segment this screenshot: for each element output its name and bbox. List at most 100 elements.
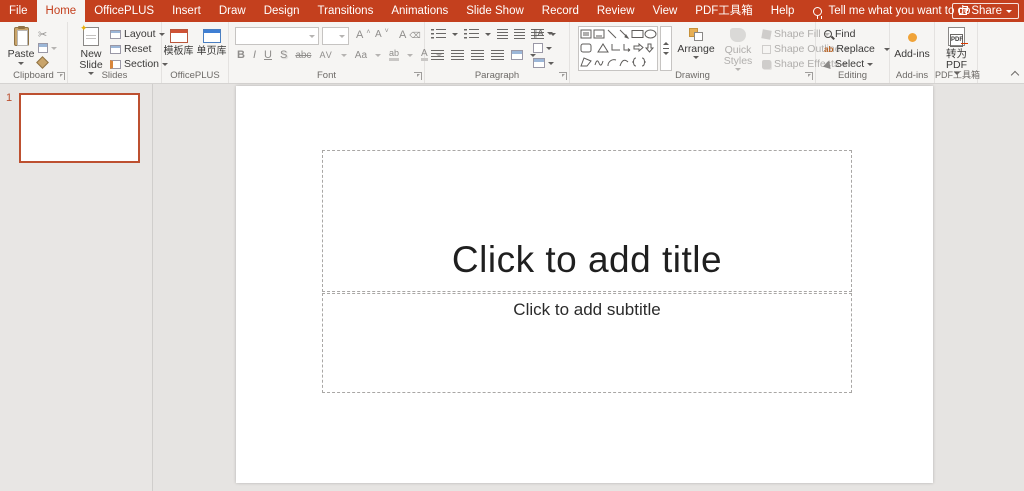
group-paragraph: ∥A Paragraph [425, 22, 570, 83]
tab-design[interactable]: Design [255, 0, 309, 22]
tab-file[interactable]: File [0, 0, 37, 22]
character-spacing-button[interactable]: AV [319, 50, 332, 60]
copy-icon [38, 43, 48, 53]
group-label-officeplus: OfficePLUS [162, 70, 228, 81]
tab-officeplus[interactable]: OfficePLUS [85, 0, 163, 22]
cut-button[interactable]: ✂ [38, 28, 47, 41]
workspace: 1 Click to add title Click to add subtit… [0, 84, 1024, 491]
chevron-down-icon [663, 52, 669, 55]
text-highlight-color-button[interactable]: ab [389, 49, 399, 61]
chevron-down-icon [341, 54, 347, 57]
columns-icon[interactable] [511, 50, 523, 60]
divider [663, 48, 669, 49]
bold-button[interactable]: B [237, 49, 245, 61]
align-center-icon[interactable] [451, 50, 464, 60]
title-placeholder[interactable]: Click to add title [322, 150, 852, 292]
paragraph-dialog-launcher-icon[interactable] [559, 72, 567, 80]
grow-font-icon: A [356, 29, 363, 41]
shapes-gallery[interactable] [578, 26, 658, 71]
font-name-combobox[interactable] [235, 27, 319, 45]
decrease-indent-icon[interactable] [497, 29, 508, 39]
font-size-combobox[interactable] [322, 27, 349, 45]
align-text-icon [533, 43, 543, 53]
group-slides: ✦ New Slide Layout Reset Section Slides [68, 22, 162, 83]
tab-help[interactable]: Help [762, 0, 804, 22]
shapes-gallery-more-button[interactable] [660, 26, 672, 71]
tab-record[interactable]: Record [533, 0, 588, 22]
align-left-icon[interactable] [431, 50, 444, 60]
justify-icon[interactable] [491, 50, 504, 60]
change-case-button[interactable]: Aa [355, 50, 367, 61]
find-button[interactable]: Find [824, 28, 855, 40]
format-painter-button[interactable] [38, 58, 47, 67]
tab-view[interactable]: View [644, 0, 687, 22]
ribbon-tab-bar: File Home OfficePLUS Insert Draw Design … [0, 0, 1024, 22]
tab-slide-show[interactable]: Slide Show [457, 0, 533, 22]
clipboard-dialog-launcher-icon[interactable] [57, 72, 65, 80]
quick-styles-icon [730, 28, 746, 42]
replace-label: Replace [836, 43, 875, 55]
tab-transitions[interactable]: Transitions [309, 0, 383, 22]
tab-animations[interactable]: Animations [382, 0, 457, 22]
numbering-icon[interactable] [464, 29, 479, 39]
replace-button[interactable]: ab Replace [824, 43, 890, 55]
page-library-icon [203, 29, 221, 43]
chevron-down-icon [693, 56, 699, 59]
align-text-button[interactable] [533, 43, 552, 53]
paste-label: Paste [8, 49, 35, 60]
slide-canvas[interactable]: Click to add title Click to add subtitle [236, 86, 933, 483]
layout-icon [110, 30, 121, 39]
reset-icon [110, 45, 121, 54]
subtitle-placeholder-text: Click to add subtitle [513, 300, 660, 320]
slide-thumbnail-panel[interactable]: 1 [0, 84, 153, 491]
tell-me-label: Tell me what you want to do [828, 5, 970, 17]
reset-button[interactable]: Reset [110, 43, 151, 55]
group-label-paragraph: Paragraph [425, 70, 569, 81]
convert-smartart-button[interactable] [533, 58, 554, 68]
select-label: Select [835, 58, 864, 70]
chevron-down-icon [546, 47, 552, 50]
align-right-icon[interactable] [471, 50, 484, 60]
text-shadow-button[interactable]: S [280, 49, 287, 61]
layout-label: Layout [124, 28, 156, 40]
font-dialog-launcher-icon[interactable] [414, 72, 422, 80]
italic-button[interactable]: I [253, 49, 256, 61]
bullets-icon[interactable] [431, 29, 446, 39]
layout-button[interactable]: Layout [110, 28, 165, 40]
paste-icon [14, 27, 29, 46]
copy-button[interactable] [38, 43, 57, 53]
chevron-up-icon [663, 42, 669, 45]
strikethrough-button[interactable]: abc [295, 50, 311, 61]
group-drawing: Arrange Quick Styles Shape Fill Shape Ou… [570, 22, 816, 83]
chevron-down-icon [51, 47, 57, 50]
drawing-dialog-launcher-icon[interactable] [805, 72, 813, 80]
quick-styles-label: Quick Styles [718, 45, 758, 67]
underline-button[interactable]: U [264, 49, 272, 61]
grow-font-button[interactable]: A˄ [356, 29, 370, 41]
group-font: A˄ A˅ A⌫ B I U S abc AV Aa ab A Font [229, 22, 425, 83]
slide-thumbnail-1[interactable] [19, 93, 140, 163]
section-button[interactable]: Section [110, 58, 168, 70]
collapse-ribbon-icon[interactable] [1011, 71, 1019, 79]
subtitle-placeholder[interactable]: Click to add subtitle [322, 293, 852, 393]
tab-pdf-toolbox[interactable]: PDF工具箱 [686, 0, 762, 22]
tab-draw[interactable]: Draw [210, 0, 255, 22]
tab-review[interactable]: Review [588, 0, 644, 22]
tab-home[interactable]: Home [37, 0, 86, 22]
powerpoint-window: File Home OfficePLUS Insert Draw Design … [0, 0, 1024, 491]
clear-formatting-button[interactable]: A⌫ [399, 29, 421, 41]
shrink-font-button[interactable]: A˅ [375, 29, 389, 40]
share-button[interactable]: Share [952, 3, 1019, 19]
clear-formatting-icon: A [399, 29, 406, 41]
tell-me-box[interactable]: Tell me what you want to do [813, 0, 970, 22]
chevron-down-icon [867, 63, 873, 66]
new-slide-icon: ✦ [83, 27, 99, 46]
select-button[interactable]: Select [824, 58, 873, 70]
page-library-label: 单页库 [197, 46, 227, 57]
group-label-editing: Editing [816, 70, 889, 81]
group-addins: Add-ins Add-ins [890, 22, 935, 83]
tab-insert[interactable]: Insert [163, 0, 210, 22]
text-direction-button[interactable]: ∥A [533, 28, 553, 39]
increase-indent-icon[interactable] [514, 29, 525, 39]
chevron-down-icon [452, 33, 458, 36]
